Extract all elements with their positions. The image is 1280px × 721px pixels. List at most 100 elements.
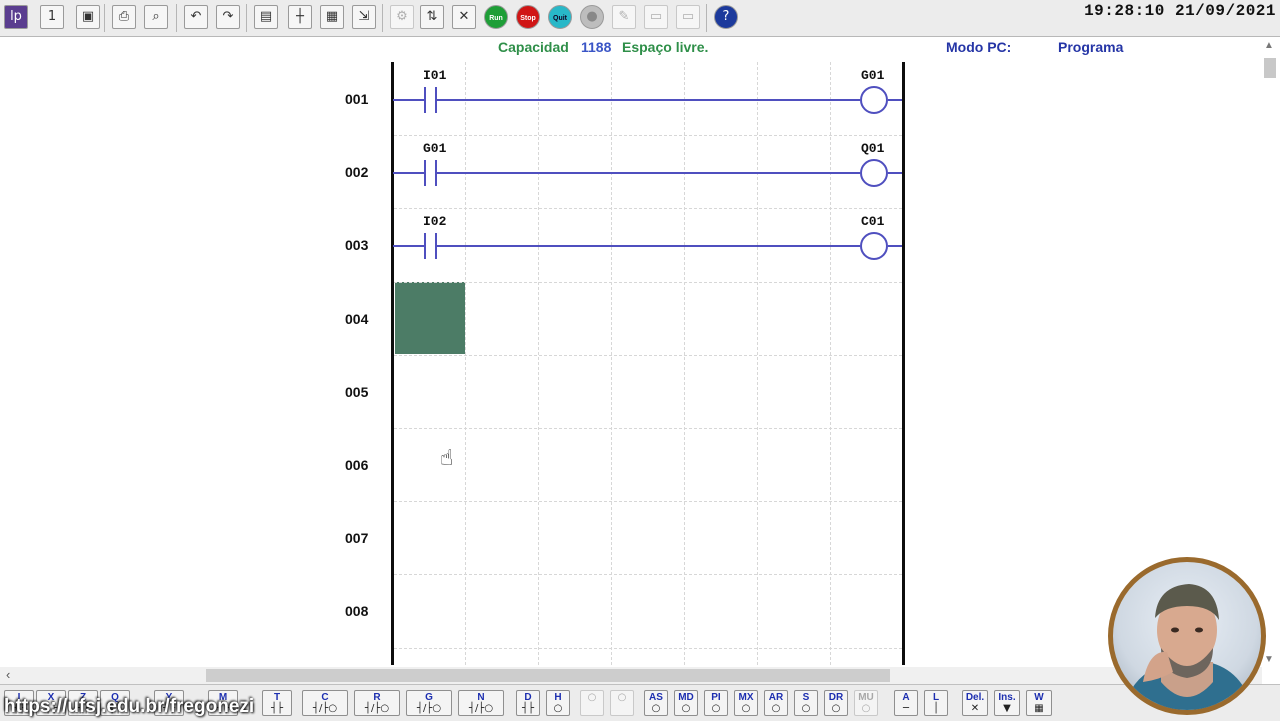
instruction-button-mu[interactable]: MU ○ [854,690,878,716]
instruction-button-label: Del. [965,692,985,703]
help-icon: ? [722,9,730,24]
edit-block-button[interactable]: ▦ [320,5,344,29]
scroll-down-icon[interactable]: ▼ [1264,654,1274,665]
tools-button[interactable]: ✕ [452,5,476,29]
instruction-button-label: MU [858,692,874,703]
save-button[interactable]: ▣ [76,5,100,29]
output-coil-symbol[interactable] [860,232,888,260]
instruction-symbol-icon: ○ [617,692,627,703]
scroll-up-icon[interactable]: ▲ [1264,40,1274,51]
selected-cell-cursor[interactable] [395,282,465,354]
presenter-image [1123,584,1253,710]
config-icon: ⚙ [396,9,408,24]
rung-number: 008 [345,603,369,619]
instruction-button-c[interactable]: C ┤/├○ [302,690,348,716]
monitor-button[interactable]: ▤ [254,5,278,29]
no-contact-symbol[interactable] [424,233,426,259]
instruction-button-s[interactable]: S ○ [794,690,818,716]
print-button[interactable]: ⎙ [112,5,136,29]
pc-mode-label: Modo PC: [946,39,1012,55]
instruction-button-dr[interactable]: DR ○ [824,690,848,716]
instruction-symbol-icon: ✕ [970,703,980,714]
instruction-button-pi[interactable]: PI ○ [704,690,728,716]
instruction-button-label: C [321,692,329,703]
hand-pointer-icon: ☝ [440,446,454,471]
right-power-rail [902,62,905,665]
grid-row-line [394,282,902,283]
toolbar-separator [706,4,707,32]
monitor-icon: ▤ [259,9,273,24]
record-button[interactable]: ● [580,5,604,29]
instruction-button-label: MD [678,692,694,703]
instruction-button-g[interactable]: G ┤/├○ [406,690,452,716]
rung-number: 001 [345,91,369,107]
free-space-label: Espaço livre. [622,39,709,55]
export-button[interactable]: ⇲ [352,5,376,29]
instruction-button-label: L [932,692,940,703]
preview-button[interactable]: ⌕ [144,5,168,29]
record-icon: ● [586,9,598,24]
no-contact-symbol[interactable] [435,160,437,186]
instruction-symbol-icon: ○ [681,703,691,714]
instruction-button-as[interactable]: AS ○ [644,690,668,716]
tools-icon: ✕ [458,9,470,24]
ladder-editor[interactable]: 001 I01 G01 002 G01 Q01 003 I02 C01 004 005 006 007 0… [0,62,1280,665]
horizontal-scroll-thumb[interactable] [206,669,890,682]
instruction-symbol-icon: ○ [587,692,597,703]
edit-net-button[interactable]: ┼ [288,5,312,29]
doc-button[interactable]: ▭ [644,5,668,29]
instruction-button-n[interactable]: N ┤/├○ [458,690,504,716]
scroll-left-icon[interactable]: ‹ [6,667,10,682]
instruction-symbol-icon: ○ [553,703,563,714]
rung-wire [393,172,424,174]
config-button[interactable]: ⚙ [390,5,414,29]
transfer-button[interactable]: ⇅ [420,5,444,29]
run-button[interactable]: Run [484,5,508,29]
instruction-button-w[interactable]: W ▦ [1026,690,1052,716]
grid-row-line [394,355,902,356]
instruction-button-r[interactable]: R ┤/├○ [354,690,400,716]
coil-label: C01 [861,214,885,229]
instruction-button-mx[interactable]: MX ○ [734,690,758,716]
instruction-button-blank-13[interactable]: ○ [580,690,604,716]
undo-button[interactable]: ↶ [184,5,208,29]
help-button[interactable]: ? [714,5,738,29]
contact-label: I02 [423,214,447,229]
instruction-button-ar[interactable]: AR ○ [764,690,788,716]
instruction-button-ins[interactable]: Ins. ▼ [994,690,1020,716]
output-coil-symbol[interactable] [860,86,888,114]
vertical-scrollbar[interactable]: ▲ ▼ [1262,40,1278,665]
instruction-symbol-icon: ┤├ [270,703,284,714]
one-program-button[interactable]: 1 [40,5,64,29]
transfer-icon: ⇅ [426,9,438,24]
instruction-button-l[interactable]: L │ [924,690,948,716]
wrench-button[interactable]: ✎ [612,5,636,29]
no-contact-symbol[interactable] [435,87,437,113]
instruction-button-blank-14[interactable]: ○ [610,690,634,716]
output-coil-symbol[interactable] [860,159,888,187]
quit-button[interactable]: Quit [548,5,572,29]
instruction-button-d[interactable]: D ┤├ [516,690,540,716]
logo-button[interactable]: lp [4,5,28,29]
instruction-button-label: D [524,692,532,703]
instruction-button-t[interactable]: T ┤├ [262,690,292,716]
rung-wire [888,99,902,101]
doc2-button[interactable]: ▭ [676,5,700,29]
vertical-scroll-thumb[interactable] [1264,58,1276,78]
horizontal-scrollbar[interactable]: ‹ [0,667,1262,684]
instruction-button-md[interactable]: MD ○ [674,690,698,716]
no-contact-symbol[interactable] [424,160,426,186]
stop-icon: Stop [520,15,536,22]
no-contact-symbol[interactable] [435,233,437,259]
stop-button[interactable]: Stop [516,5,540,29]
toolbar-separator [246,4,247,32]
instruction-button-del[interactable]: Del. ✕ [962,690,988,716]
instruction-button-label: AS [649,692,663,703]
grid-row-line [394,574,902,575]
instruction-button-h[interactable]: H ○ [546,690,570,716]
export-icon: ⇲ [358,9,370,24]
redo-button[interactable]: ↷ [216,5,240,29]
doc2-icon: ▭ [681,9,695,24]
no-contact-symbol[interactable] [424,87,426,113]
instruction-button-a[interactable]: A ─ [894,690,918,716]
